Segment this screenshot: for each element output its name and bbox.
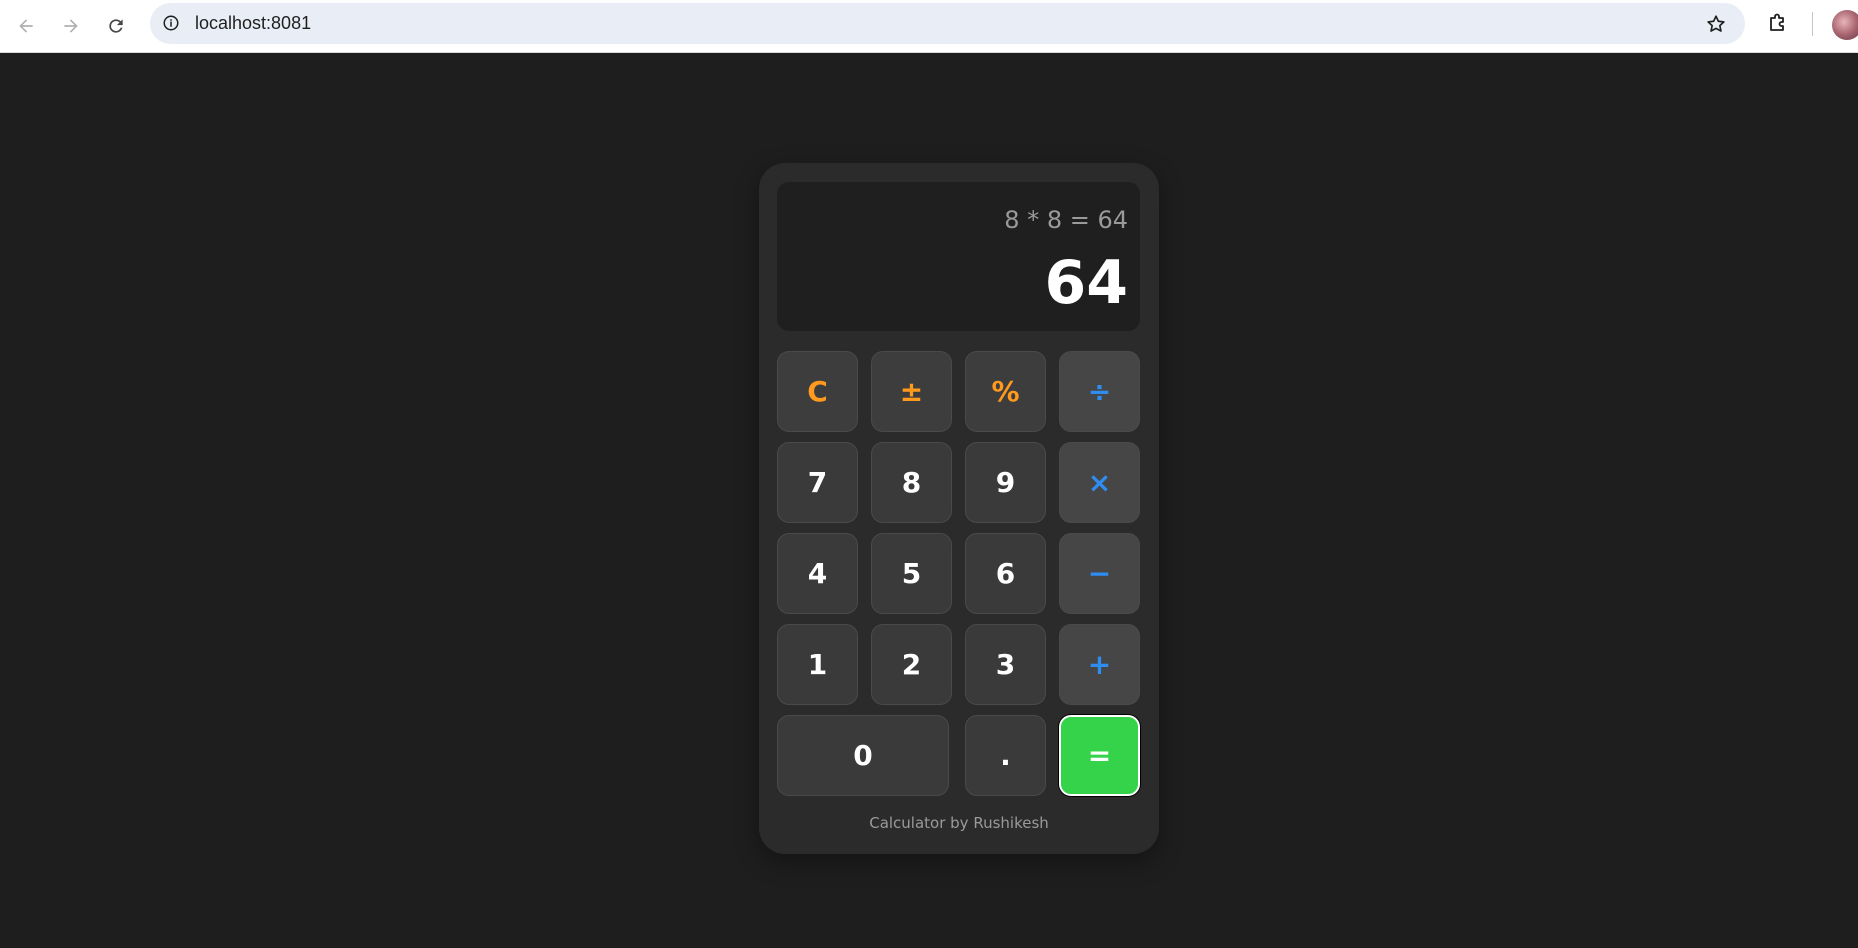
digit-5-button[interactable]: 5 <box>871 533 952 614</box>
footer-credit: Calculator by Rushikesh <box>869 814 1049 832</box>
reload-button[interactable] <box>100 10 132 42</box>
forward-button[interactable] <box>55 10 87 42</box>
arrow-right-icon <box>64 19 78 33</box>
result-text: 64 <box>1044 248 1129 318</box>
digit-8-button[interactable]: 8 <box>871 442 952 523</box>
digit-7-button[interactable]: 7 <box>777 442 858 523</box>
digit-1-button[interactable]: 1 <box>777 624 858 705</box>
decimal-button[interactable]: . <box>965 715 1046 796</box>
equals-button[interactable]: = <box>1059 715 1140 796</box>
sign-toggle-button[interactable]: ± <box>871 351 952 432</box>
site-info-icon[interactable] <box>162 14 180 32</box>
multiply-button[interactable]: × <box>1059 442 1140 523</box>
subtract-button[interactable]: − <box>1059 533 1140 614</box>
digit-4-button[interactable]: 4 <box>777 533 858 614</box>
browser-toolbar: localhost:8081 <box>0 0 1858 53</box>
divide-button[interactable]: ÷ <box>1059 351 1140 432</box>
arrow-left-icon <box>19 19 33 33</box>
digit-0-button[interactable]: 0 <box>777 715 949 796</box>
expression-text: 8 * 8 = 64 <box>1004 206 1128 234</box>
calculator: 8 * 8 = 64 64 C ± % ÷ 7 8 9 × 4 5 6 − 1 … <box>759 163 1159 854</box>
percent-button[interactable]: % <box>965 351 1046 432</box>
digit-6-button[interactable]: 6 <box>965 533 1046 614</box>
url-text[interactable]: localhost:8081 <box>195 3 311 44</box>
clear-button[interactable]: C <box>777 351 858 432</box>
digit-2-button[interactable]: 2 <box>871 624 952 705</box>
bookmark-star-icon[interactable] <box>1705 13 1727 35</box>
address-bar[interactable]: localhost:8081 <box>150 3 1745 44</box>
profile-avatar[interactable] <box>1832 10 1858 40</box>
add-button[interactable]: + <box>1059 624 1140 705</box>
extensions-icon[interactable] <box>1766 11 1790 35</box>
digit-3-button[interactable]: 3 <box>965 624 1046 705</box>
toolbar-divider <box>1812 12 1813 36</box>
reload-icon <box>109 19 123 33</box>
digit-9-button[interactable]: 9 <box>965 442 1046 523</box>
back-button[interactable] <box>10 10 42 42</box>
calculator-display: 8 * 8 = 64 64 <box>777 182 1140 331</box>
